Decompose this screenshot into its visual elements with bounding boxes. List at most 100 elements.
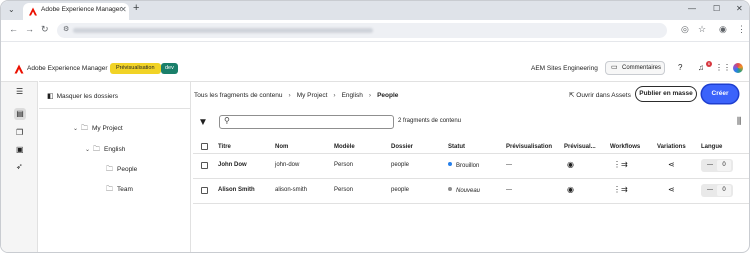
- column-header-model[interactable]: Modèle: [334, 144, 355, 150]
- tree-item-label: Team: [117, 186, 133, 193]
- hide-folders-toggle[interactable]: ◧ Masquer les dossiers: [47, 92, 118, 100]
- site-info-icon[interactable]: ⚙: [63, 25, 69, 33]
- result-count: 2 fragments de contenu: [398, 118, 462, 124]
- table-row[interactable]: John Dow john-dow Person people Brouillo…: [191, 155, 749, 177]
- language-dash: —: [707, 162, 713, 168]
- cell-preview: —: [506, 187, 512, 193]
- share-variations-icon[interactable]: ⋖: [668, 185, 675, 194]
- language-dash: —: [707, 187, 713, 193]
- tab-list-chevron-icon[interactable]: ⌄: [8, 5, 15, 14]
- cell-name: alison-smith: [275, 187, 308, 193]
- app-switcher-icon[interactable]: ⋮⋮: [715, 63, 731, 72]
- assets-nav-icon[interactable]: ▣: [16, 145, 24, 154]
- chevron-right-icon: ›: [333, 92, 336, 99]
- table-row[interactable]: Alison Smith alison-smith Person people …: [191, 180, 749, 202]
- tree-item-label: English: [104, 146, 126, 153]
- eye-icon[interactable]: ◉: [567, 160, 574, 169]
- open-in-assets-label: Ouvrir dans Assets: [576, 92, 631, 99]
- adobe-logo-icon[interactable]: [14, 64, 24, 74]
- language-count: 0: [717, 185, 731, 196]
- column-header-workflows[interactable]: Workflows: [610, 144, 640, 150]
- bookmark-star-icon[interactable]: ☆: [698, 24, 706, 35]
- aem-header: Adobe Experience Manager Prévisualisatio…: [1, 59, 749, 81]
- status-label: Brouillon: [456, 163, 480, 169]
- open-in-assets-link[interactable]: ⇱ Ouvrir dans Assets: [569, 91, 631, 99]
- cell-title[interactable]: John Dow: [218, 162, 247, 168]
- share-variations-icon[interactable]: ⋖: [668, 160, 675, 169]
- new-tab-button[interactable]: +: [133, 2, 139, 14]
- comments-label: Commentaires: [622, 65, 662, 71]
- eye-icon[interactable]: ◉: [567, 185, 574, 194]
- browser-menu-icon[interactable]: ⋮: [737, 24, 746, 35]
- folder-panel: ◧ Masquer les dossiers ⌄ 🗀 My Project ⌄ 🗀 Eng…: [39, 81, 191, 252]
- help-icon[interactable]: ?: [678, 63, 682, 72]
- workflow-icon[interactable]: ⋮⇉: [613, 160, 628, 169]
- tree-item-english[interactable]: ⌄ 🗀 English: [85, 145, 125, 156]
- column-header-status[interactable]: Statut: [448, 144, 465, 150]
- tree-item-my-project[interactable]: ⌄ 🗀 My Project: [73, 124, 123, 135]
- left-rail: ☰ ▤ ❐ ▣ ➶: [1, 81, 38, 252]
- folder-icon: 🗀: [81, 125, 88, 132]
- column-header-language[interactable]: Langue: [701, 144, 722, 150]
- eye-off-icon[interactable]: ◎: [681, 24, 689, 35]
- cell-preview: —: [506, 162, 512, 168]
- chevron-down-icon[interactable]: ⌄: [73, 125, 81, 132]
- branch-badge: dev: [161, 63, 178, 74]
- product-name: Adobe Experience Manager: [27, 65, 108, 72]
- breadcrumb-item[interactable]: Tous les fragments de contenu: [194, 92, 283, 99]
- column-header-preview[interactable]: Prévisualisation: [506, 144, 552, 150]
- header-divider: [193, 153, 749, 154]
- filter-icon[interactable]: ▼: [198, 117, 208, 128]
- tree-item-label: My Project: [92, 125, 123, 132]
- back-icon[interactable]: ←: [9, 24, 18, 34]
- models-nav-icon[interactable]: ❐: [16, 128, 23, 137]
- browser-toolbar: ← → ↻ ⚙ ◎ ☆ ◉ ⋮: [1, 20, 749, 42]
- user-avatar[interactable]: [733, 63, 743, 73]
- minimize-icon[interactable]: —: [688, 4, 696, 13]
- language-control[interactable]: — 0: [701, 159, 733, 172]
- tab-close-icon[interactable]: ✕: [120, 5, 127, 14]
- cell-model: Person: [334, 162, 354, 168]
- adobe-favicon-icon: [29, 7, 37, 16]
- workflow-icon[interactable]: ⋮⇉: [613, 185, 628, 194]
- row-checkbox[interactable]: [201, 187, 208, 194]
- tree-item-people[interactable]: 🗀 People: [106, 165, 137, 176]
- column-settings-icon[interactable]: ⫼: [737, 116, 741, 127]
- bulk-publish-button[interactable]: Publier en masse: [635, 86, 697, 102]
- forward-icon[interactable]: →: [25, 24, 34, 34]
- browser-tab[interactable]: Adobe Experience Manager ✕: [23, 3, 129, 20]
- chevron-down-icon[interactable]: ⌄: [85, 146, 93, 153]
- column-header-preview-short[interactable]: Prévisual...: [564, 144, 596, 150]
- breadcrumb-item[interactable]: My Project: [297, 92, 328, 99]
- org-switcher[interactable]: AEM Sites Engineering: [531, 65, 598, 72]
- breadcrumb-current: People: [377, 92, 399, 99]
- tree-item-team[interactable]: 🗀 Team: [106, 185, 133, 196]
- chevron-right-icon: ›: [288, 92, 291, 99]
- status-label: Nouveau: [456, 188, 481, 194]
- cell-folder: people: [391, 187, 410, 193]
- comments-button[interactable]: ▭ Commentaires: [605, 61, 665, 75]
- open-external-icon: ⇱: [569, 92, 575, 99]
- close-window-icon[interactable]: ✕: [736, 4, 743, 13]
- profile-icon[interactable]: ◉: [719, 24, 727, 35]
- language-control[interactable]: — 0: [701, 184, 733, 197]
- language-count: 0: [717, 160, 731, 171]
- row-checkbox[interactable]: [201, 162, 208, 169]
- column-header-folder[interactable]: Dossier: [391, 144, 413, 150]
- address-bar[interactable]: ⚙: [57, 23, 667, 38]
- launch-nav-icon[interactable]: ➶: [16, 162, 23, 171]
- column-header-name[interactable]: Nom: [275, 144, 288, 150]
- menu-icon[interactable]: ☰: [16, 87, 23, 96]
- bell-icon[interactable]: ♫: [698, 63, 704, 72]
- fragments-nav-icon[interactable]: ▤: [14, 108, 26, 120]
- create-button[interactable]: Créer: [702, 85, 738, 103]
- search-input[interactable]: ⚲: [219, 115, 394, 129]
- select-all-checkbox[interactable]: [201, 143, 208, 150]
- reload-icon[interactable]: ↻: [41, 24, 49, 35]
- cell-title[interactable]: Alison Smith: [218, 187, 255, 193]
- column-header-title[interactable]: Titre: [218, 144, 231, 150]
- breadcrumb-item[interactable]: English: [342, 92, 363, 99]
- column-header-variations[interactable]: Variations: [657, 144, 686, 150]
- cell-folder: people: [391, 162, 410, 168]
- maximize-icon[interactable]: ☐: [713, 4, 720, 13]
